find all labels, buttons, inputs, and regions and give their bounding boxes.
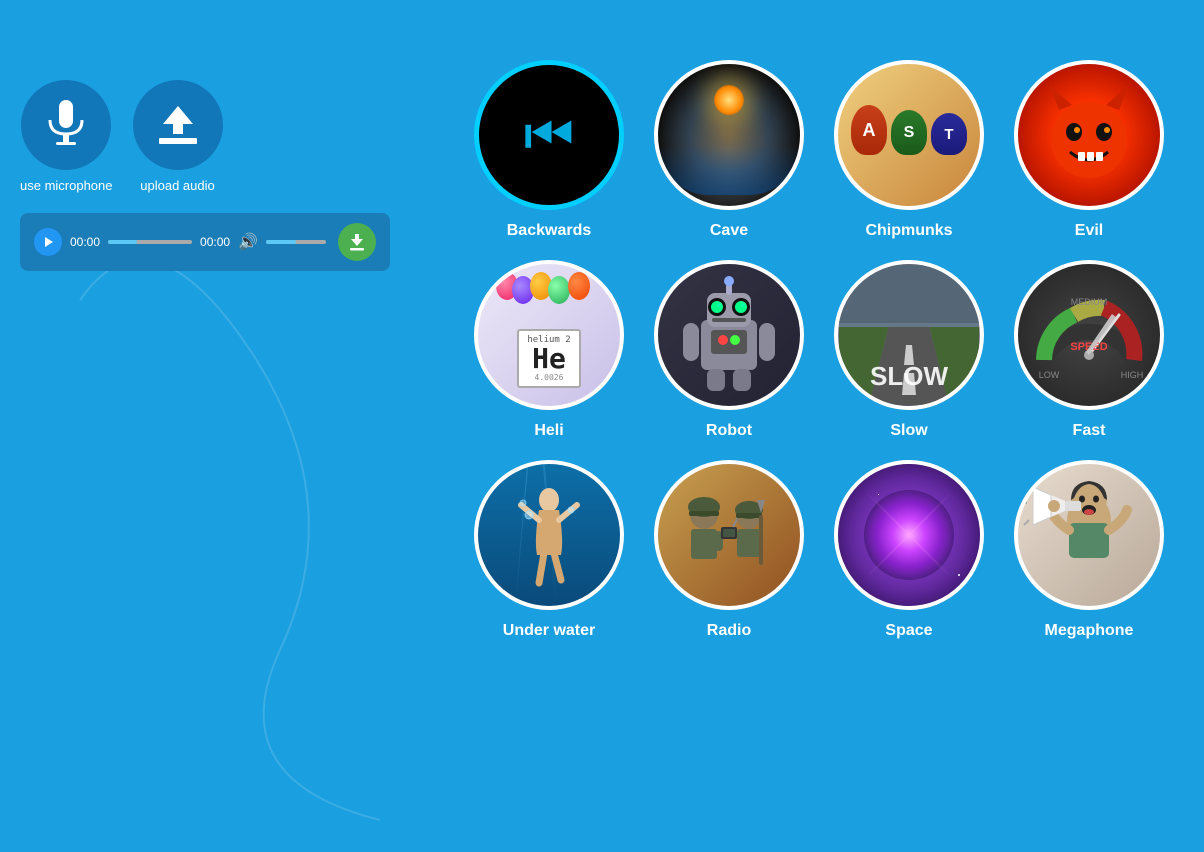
- svg-text:LOW: LOW: [1039, 370, 1060, 380]
- effect-space[interactable]: Space: [824, 460, 994, 640]
- effect-underwater[interactable]: Under water: [464, 460, 634, 640]
- volume-icon: 🔊: [238, 232, 258, 252]
- download-button[interactable]: [338, 223, 376, 261]
- effect-circle-backwards: ⏮: [474, 60, 624, 210]
- effect-label-slow: Slow: [890, 422, 927, 440]
- effect-label-chipmunks: Chipmunks: [865, 222, 952, 240]
- effect-circle-fast: LOW MEDIUM HIGH SPEED: [1014, 260, 1164, 410]
- effect-slow[interactable]: SLOW Slow: [824, 260, 994, 440]
- upload-audio-button[interactable]: upload audio: [133, 80, 223, 193]
- backwards-icon: ⏮: [524, 107, 574, 163]
- volume-bar[interactable]: [266, 240, 326, 244]
- effect-label-evil: Evil: [1075, 222, 1103, 240]
- progress-bar[interactable]: [108, 240, 192, 244]
- cave-visual: [659, 65, 799, 205]
- effect-circle-slow: SLOW: [834, 260, 984, 410]
- svg-text:MEDIUM: MEDIUM: [1071, 297, 1108, 307]
- effect-circle-evil: [1014, 60, 1164, 210]
- time-current: 00:00: [70, 235, 100, 249]
- effect-label-underwater: Under water: [503, 622, 595, 640]
- microphone-circle: [21, 80, 111, 170]
- effect-circle-space: [834, 460, 984, 610]
- effect-heli[interactable]: helium 2 He 4.0026 Heli: [464, 260, 634, 440]
- effect-robot[interactable]: Robot: [644, 260, 814, 440]
- effect-circle-cave: [654, 60, 804, 210]
- effect-circle-robot: [654, 260, 804, 410]
- time-total: 00:00: [200, 235, 230, 249]
- microphone-label: use microphone: [20, 178, 113, 193]
- left-panel: use microphone upload audio 00:00 00:00 …: [20, 80, 440, 271]
- effect-radio[interactable]: Radio: [644, 460, 814, 640]
- effect-circle-heli: helium 2 He 4.0026: [474, 260, 624, 410]
- effect-megaphone[interactable]: Megaphone: [1004, 460, 1174, 640]
- effect-circle-chipmunks: A S T: [834, 60, 984, 210]
- effect-backwards[interactable]: ⏮ Backwards: [464, 60, 634, 240]
- effect-label-fast: Fast: [1073, 422, 1106, 440]
- upload-circle: [133, 80, 223, 170]
- effect-fast[interactable]: LOW MEDIUM HIGH SPEED Fast: [1004, 260, 1174, 440]
- effect-label-backwards: Backwards: [507, 222, 592, 240]
- progress-fill: [108, 240, 137, 244]
- effect-label-space: Space: [885, 622, 932, 640]
- effect-label-radio: Radio: [707, 622, 751, 640]
- effects-grid: ⏮ Backwards Cave A S T: [464, 60, 1174, 640]
- effect-label-megaphone: Megaphone: [1045, 622, 1134, 640]
- svg-text:SLOW: SLOW: [870, 361, 948, 391]
- volume-fill: [266, 240, 296, 244]
- input-buttons: use microphone upload audio: [20, 80, 440, 193]
- svg-text:HIGH: HIGH: [1121, 370, 1144, 380]
- effect-circle-underwater: [474, 460, 624, 610]
- use-microphone-button[interactable]: use microphone: [20, 80, 113, 193]
- effect-evil[interactable]: Evil: [1004, 60, 1174, 240]
- effect-label-heli: Heli: [534, 422, 563, 440]
- audio-player: 00:00 00:00 🔊: [20, 213, 390, 271]
- effect-circle-radio: [654, 460, 804, 610]
- effect-cave[interactable]: Cave: [644, 60, 814, 240]
- effect-label-cave: Cave: [710, 222, 748, 240]
- effect-chipmunks[interactable]: A S T Chipmunks: [824, 60, 994, 240]
- effect-label-robot: Robot: [706, 422, 752, 440]
- play-button[interactable]: [34, 228, 62, 256]
- upload-label: upload audio: [140, 178, 214, 193]
- effect-circle-megaphone: [1014, 460, 1164, 610]
